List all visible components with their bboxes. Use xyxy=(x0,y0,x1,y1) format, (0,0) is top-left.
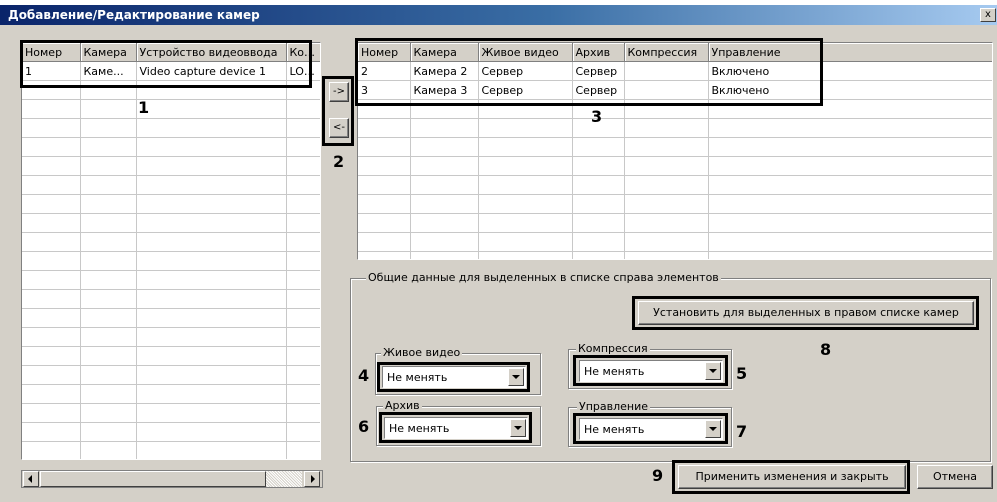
apply-and-close-button[interactable]: Применить изменения и закрыть xyxy=(678,465,906,489)
compression-select[interactable]: Не менять xyxy=(579,360,723,382)
callout-number-9: 9 xyxy=(652,466,664,485)
chevron-down-icon xyxy=(709,427,717,431)
archive-legend: Архив xyxy=(383,399,422,412)
empty-row xyxy=(22,403,320,423)
empty-row xyxy=(358,175,992,195)
callout-number-2: 2 xyxy=(333,152,345,171)
available-cameras-list[interactable]: Номер Камера Устройство видеоввода Компр… xyxy=(21,42,321,460)
dropdown-button[interactable] xyxy=(705,420,721,438)
window-title: Добавление/Редактирование камер xyxy=(8,8,260,22)
empty-row xyxy=(22,251,320,271)
callout-frame-3 xyxy=(355,38,823,106)
scroll-left-button[interactable] xyxy=(23,471,39,487)
archive-value: Не менять xyxy=(389,422,450,435)
live-video-select[interactable]: Не менять xyxy=(382,366,526,388)
callout-number-5: 5 xyxy=(736,364,748,383)
close-button[interactable]: x xyxy=(980,8,996,22)
chevron-down-icon xyxy=(512,375,520,379)
live-video-value: Не менять xyxy=(387,371,448,384)
empty-row xyxy=(22,156,320,176)
empty-row xyxy=(22,99,320,119)
available-cameras-table: Номер Камера Устройство видеоввода Компр… xyxy=(22,43,320,459)
apply-to-selected-button[interactable]: Установить для выделенных в правом списк… xyxy=(638,301,974,325)
empty-row xyxy=(22,175,320,195)
add-camera-button[interactable]: -> xyxy=(329,82,349,102)
callout-number-7: 7 xyxy=(736,422,748,441)
empty-row xyxy=(22,346,320,366)
empty-row xyxy=(22,422,320,442)
compression-legend: Компрессия xyxy=(576,342,650,355)
callout-number-4: 4 xyxy=(358,366,370,385)
chevron-down-icon xyxy=(709,369,717,373)
empty-row xyxy=(22,441,320,459)
empty-row xyxy=(22,327,320,347)
control-value: Не менять xyxy=(584,423,645,436)
compression-value: Не менять xyxy=(584,365,645,378)
empty-row xyxy=(358,213,992,233)
empty-row xyxy=(358,156,992,176)
dropdown-button[interactable] xyxy=(510,419,526,437)
empty-row xyxy=(22,289,320,309)
empty-row xyxy=(358,232,992,252)
empty-row xyxy=(358,251,992,259)
empty-row xyxy=(22,384,320,404)
empty-row xyxy=(22,365,320,385)
callout-frame-1 xyxy=(20,40,312,88)
empty-row xyxy=(22,213,320,233)
live-video-legend: Живое видео xyxy=(381,346,463,359)
scroll-right-button[interactable] xyxy=(304,471,320,487)
callout-number-3: 3 xyxy=(591,107,603,126)
arrow-left-icon xyxy=(28,475,32,483)
archive-select[interactable]: Не менять xyxy=(384,417,528,439)
group-legend: Общие данные для выделенных в списке спр… xyxy=(366,271,721,284)
empty-row xyxy=(22,308,320,328)
empty-row xyxy=(22,270,320,290)
remove-camera-button[interactable]: <- xyxy=(329,118,349,138)
empty-row xyxy=(358,137,992,157)
arrow-right-icon xyxy=(311,475,315,483)
dropdown-button[interactable] xyxy=(508,368,524,386)
chevron-down-icon xyxy=(514,426,522,430)
scrollbar-thumb[interactable] xyxy=(40,471,266,487)
dropdown-button[interactable] xyxy=(705,362,721,380)
empty-row xyxy=(358,118,992,138)
close-icon: x xyxy=(985,9,991,20)
horizontal-scrollbar[interactable] xyxy=(21,470,323,488)
empty-row xyxy=(22,194,320,214)
control-select[interactable]: Не менять xyxy=(579,418,723,440)
callout-number-6: 6 xyxy=(358,417,370,436)
empty-row xyxy=(22,137,320,157)
empty-row xyxy=(22,232,320,252)
callout-number-8: 8 xyxy=(820,340,832,359)
empty-row xyxy=(22,118,320,138)
control-legend: Управление xyxy=(577,400,651,413)
empty-row xyxy=(358,194,992,214)
callout-number-1: 1 xyxy=(138,98,150,117)
cancel-button[interactable]: Отмена xyxy=(917,465,993,489)
